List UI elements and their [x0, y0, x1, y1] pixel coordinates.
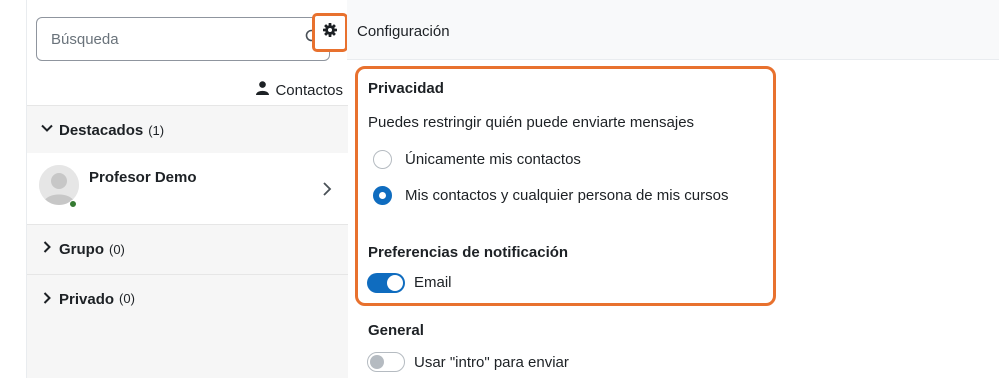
radio-contacts-and-courses[interactable]	[373, 186, 392, 205]
settings-button[interactable]	[312, 13, 348, 52]
section-starred-label: Destacados	[59, 122, 144, 139]
notification-preferences-heading: Preferencias de notificación	[368, 244, 569, 261]
section-group-count: (0)	[109, 242, 125, 257]
person-icon	[256, 81, 270, 99]
section-private-label: Privado	[59, 291, 115, 308]
section-private[interactable]: Privado (0)	[27, 274, 348, 378]
chevron-right-icon	[40, 291, 59, 310]
section-starred-count: (1)	[148, 123, 165, 138]
section-starred[interactable]: Destacados (1)	[27, 105, 348, 155]
chevron-down-icon	[40, 121, 59, 140]
enter-to-send-label: Usar "intro" para enviar	[414, 354, 569, 371]
contacts-panel: Contactos Destacados (1) Profesor Demo	[26, 0, 348, 378]
privacy-description: Puedes restringir quién puede enviarte m…	[368, 114, 695, 131]
email-toggle[interactable]	[367, 273, 405, 293]
radio-only-contacts[interactable]	[373, 150, 392, 169]
privacy-heading: Privacidad	[368, 80, 444, 97]
highlight-box	[355, 66, 776, 306]
radio-only-contacts-label: Únicamente mis contactos	[405, 151, 581, 168]
section-group[interactable]: Grupo (0)	[27, 224, 348, 274]
enter-to-send-toggle[interactable]	[367, 352, 405, 372]
contacts-link-label: Contactos	[275, 81, 343, 99]
general-heading: General	[368, 322, 424, 339]
contact-name: Profesor Demo	[89, 169, 197, 186]
chevron-right-icon	[40, 240, 59, 259]
section-private-count: (0)	[119, 291, 135, 306]
section-group-label: Grupo	[59, 241, 104, 258]
gear-icon	[323, 23, 337, 42]
online-status-dot	[69, 200, 77, 208]
contacts-link[interactable]: Contactos	[256, 80, 343, 100]
search-bar	[36, 17, 338, 62]
search-input[interactable]	[36, 17, 298, 61]
page-title: Configuración	[357, 23, 450, 40]
radio-contacts-and-courses-label: Mis contactos y cualquier persona de mis…	[405, 187, 729, 204]
email-toggle-label: Email	[414, 274, 452, 291]
avatar	[39, 165, 79, 205]
messaging-drawer: Contactos Destacados (1) Profesor Demo	[0, 0, 999, 378]
contact-row[interactable]: Profesor Demo	[27, 153, 348, 224]
